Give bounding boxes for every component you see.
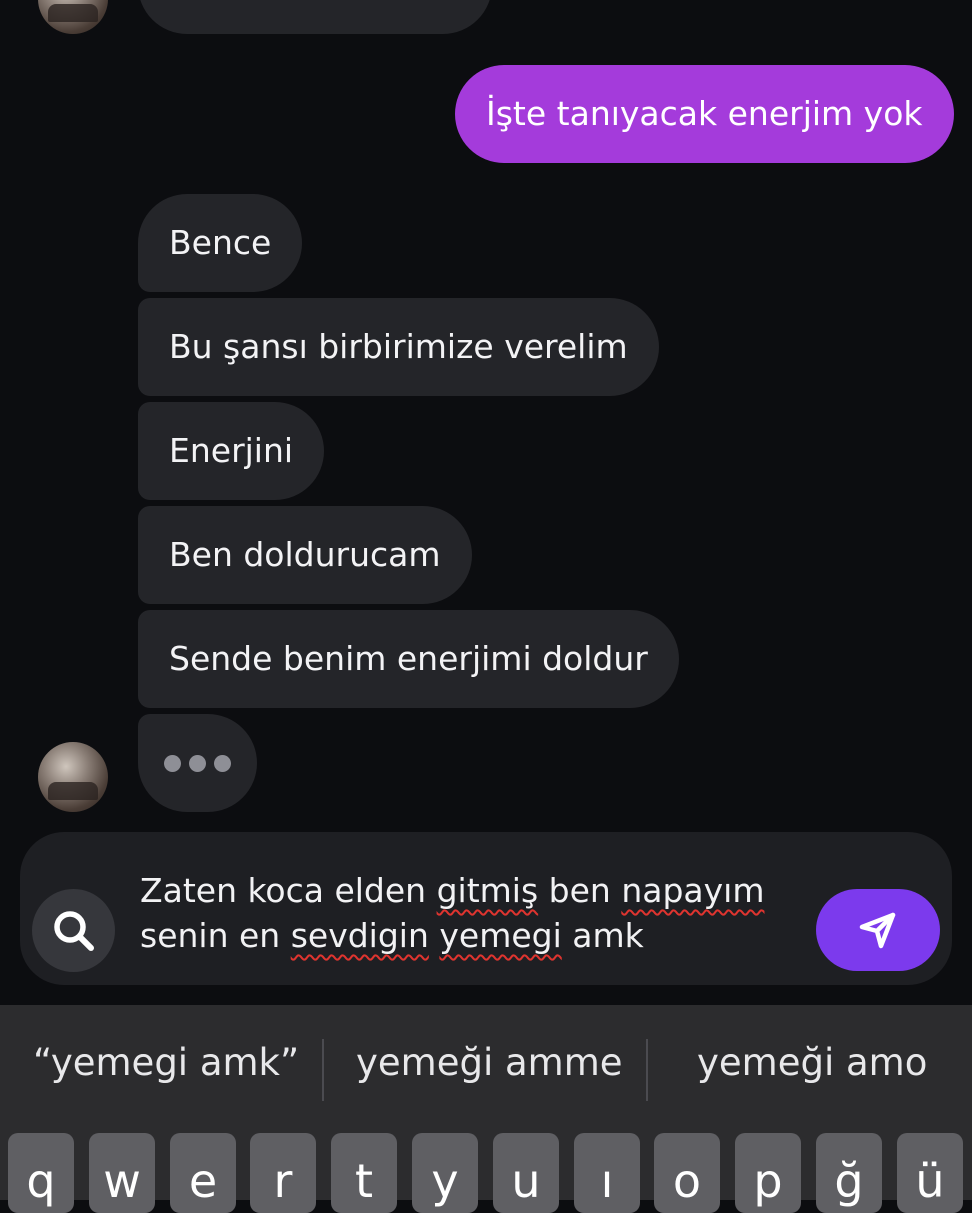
key-g-breve[interactable]: ğ <box>816 1133 882 1213</box>
key-dotless-i[interactable]: ı <box>574 1133 640 1213</box>
suggestion-divider <box>646 1039 648 1101</box>
message-incoming[interactable]: Bence <box>138 194 303 292</box>
send-icon <box>859 912 896 949</box>
typing-dot <box>214 754 231 772</box>
suggestion-item[interactable]: “yemegi amk” <box>33 1041 299 1084</box>
key-r[interactable]: r <box>250 1133 316 1213</box>
typing-indicator <box>138 714 257 812</box>
misspelled-word[interactable]: gitmiş <box>437 871 539 910</box>
key-u-umlaut[interactable]: ü <box>897 1133 963 1213</box>
key-y[interactable]: y <box>412 1133 478 1213</box>
suggestion-bar: “yemegi amk” yemeği amme yemeği amo <box>0 1005 972 1133</box>
message-incoming[interactable]: Ben doldurucam <box>138 506 472 604</box>
contact-avatar[interactable] <box>38 742 108 812</box>
message-composer: Zaten koca elden gitmiş ben napayım seni… <box>20 832 952 985</box>
key-u[interactable]: u <box>493 1133 559 1213</box>
suggestion-item[interactable]: yemeği amme <box>356 1041 623 1084</box>
typing-dot <box>164 754 181 772</box>
suggestion-divider <box>322 1039 324 1101</box>
typing-dot <box>189 754 206 772</box>
message-input-line: Zaten koca elden gitmiş ben napayım <box>140 868 800 913</box>
key-e[interactable]: e <box>170 1133 236 1213</box>
suggestion-item[interactable]: yemeği amo <box>697 1041 927 1084</box>
send-button[interactable] <box>816 889 940 971</box>
message-outgoing[interactable]: İşte tanıyacak enerjim yok <box>455 65 954 163</box>
misspelled-word[interactable]: napayım <box>621 871 764 910</box>
key-t[interactable]: t <box>331 1133 397 1213</box>
misspelled-word[interactable]: sevdigin <box>291 916 429 955</box>
contact-avatar[interactable] <box>38 0 108 34</box>
message-incoming[interactable]: Sende benim enerjimi doldur <box>138 610 679 708</box>
key-o[interactable]: o <box>654 1133 720 1213</box>
misspelled-word[interactable]: yemegi <box>439 916 561 955</box>
input-text <box>429 916 440 955</box>
message-incoming[interactable]: Enerjini <box>138 402 325 500</box>
input-text: amk <box>561 916 644 955</box>
message-bubble-partial <box>138 0 492 34</box>
search-icon <box>53 910 94 951</box>
input-text: ben <box>538 871 622 910</box>
key-q[interactable]: q <box>8 1133 74 1213</box>
key-p[interactable]: p <box>735 1133 801 1213</box>
message-input[interactable]: Zaten koca elden gitmiş ben napayım seni… <box>140 868 800 958</box>
search-button[interactable] <box>32 889 115 972</box>
message-incoming[interactable]: Bu şansı birbirimize verelim <box>138 298 659 396</box>
input-text: senin en <box>140 916 291 955</box>
key-w[interactable]: w <box>89 1133 155 1213</box>
message-input-line: senin en sevdigin yemegi amk <box>140 913 800 958</box>
input-text: Zaten koca elden <box>140 871 437 910</box>
